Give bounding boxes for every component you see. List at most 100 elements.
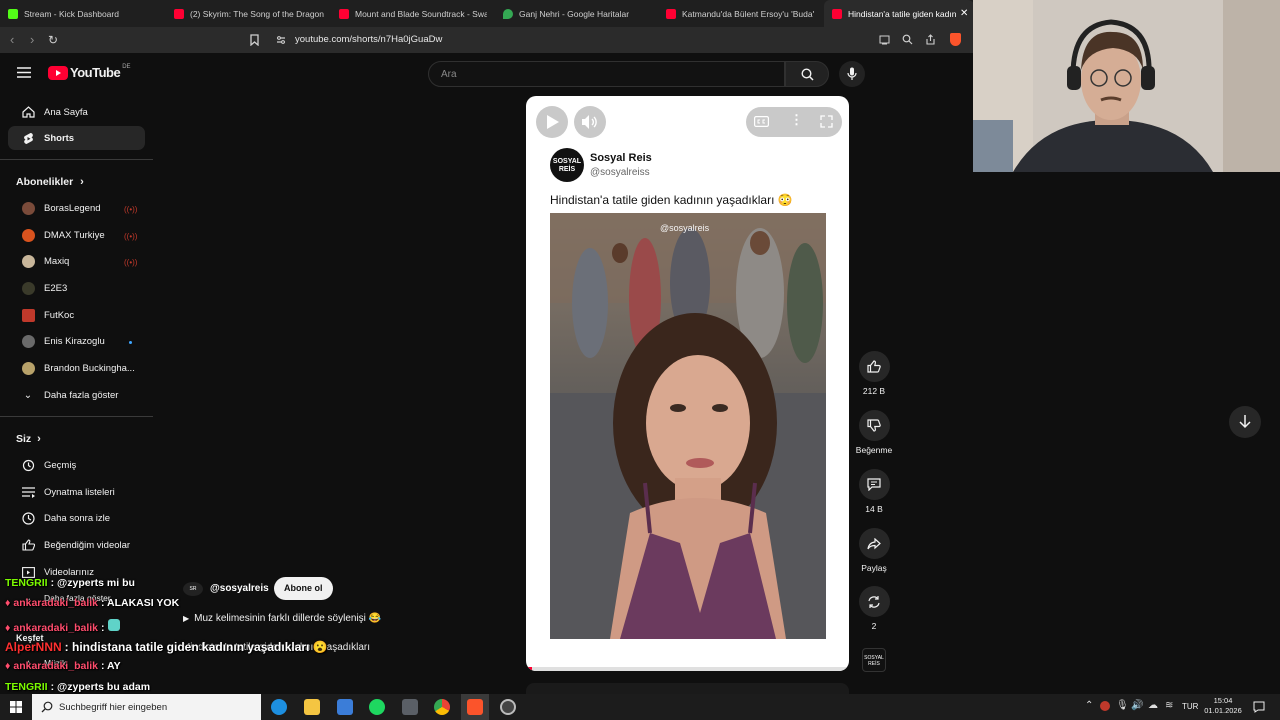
tweet-author-name: Sosyal Reis [590, 152, 652, 164]
search-input[interactable]: Ara [441, 69, 457, 80]
dislike-action[interactable]: Beğenme [854, 410, 894, 455]
sidebar-item-subscription[interactable]: Enis Kirazoglu [8, 329, 145, 353]
show-more-subscriptions[interactable]: ⌄ Daha fazla göster [8, 383, 145, 407]
taskbar-search-input[interactable]: Suchbegriff hier eingeben [59, 702, 167, 713]
edge-icon[interactable] [271, 699, 287, 715]
captions-icon[interactable] [754, 116, 769, 127]
share-page-icon[interactable] [925, 34, 936, 45]
brave-icon[interactable] [467, 699, 483, 715]
youtube-icon [339, 8, 349, 19]
progress-bar[interactable] [526, 667, 849, 671]
file-explorer-icon[interactable] [304, 699, 320, 715]
remix-button[interactable] [858, 586, 890, 617]
tray-app-icon[interactable] [1100, 701, 1110, 711]
next-video-button[interactable] [1229, 406, 1261, 438]
browser-tab[interactable]: Ganj Nehri - Google Haritalar [503, 0, 653, 27]
subscribe-button[interactable]: Abone ol [274, 577, 333, 600]
volume-button[interactable] [574, 106, 606, 138]
shorts-video-player[interactable]: ⋮ SOSYAL REİS Sosyal Reis @sosyalreiss H… [526, 96, 849, 671]
tweet-caption: Hindistan'a tatile giden kadının yaşadık… [550, 193, 793, 207]
language-indicator[interactable]: TUR [1182, 702, 1198, 711]
obs-icon[interactable] [500, 699, 516, 715]
youtube-logo[interactable]: YouTube DE [48, 63, 131, 80]
media-icon[interactable] [879, 35, 890, 45]
windows-start-icon[interactable] [10, 701, 22, 713]
close-tab-icon[interactable]: ✕ [960, 8, 968, 19]
you-heading[interactable]: Siz › [16, 433, 41, 445]
search-button[interactable] [785, 61, 829, 87]
sidebar-item-home[interactable]: Ana Sayfa [8, 100, 145, 124]
chrome-icon[interactable] [434, 699, 450, 715]
site-settings-icon[interactable] [276, 35, 286, 45]
store-icon[interactable] [337, 699, 353, 715]
zoom-icon[interactable] [902, 34, 913, 45]
sidebar-item-playlists[interactable]: Oynatma listeleri [8, 480, 145, 504]
browser-tab[interactable]: (2) Skyrim: The Song of the Dragonb [174, 0, 324, 27]
overlay-channel-avatar[interactable]: SR [183, 582, 203, 596]
overlay-channel-name[interactable]: @sosyalreis [210, 583, 269, 594]
youtube-icon [832, 8, 842, 19]
menu-icon[interactable] [17, 67, 31, 78]
reload-icon[interactable]: ↻ [48, 33, 58, 47]
related-video-link[interactable]: ▶ Muz kelimesinin farklı dillerde söylen… [183, 613, 381, 624]
tab-title: Ganj Nehri - Google Haritalar [519, 8, 630, 19]
subscribe-button-label: Abone ol [284, 583, 323, 593]
sidebar-item-subscription[interactable]: FutKoc [8, 303, 145, 327]
browser-tab[interactable]: Stream - Kick Dashboard [8, 0, 168, 27]
volume-tray-icon[interactable]: 🔊 [1131, 700, 1143, 711]
thumbs-down-icon [867, 419, 881, 432]
network-tray-icon[interactable]: ☁ [1148, 700, 1158, 711]
avatar [21, 308, 35, 322]
sidebar-item-watch-later[interactable]: Daha sonra izle [8, 506, 145, 530]
wifi-tray-icon[interactable]: ≋ [1165, 700, 1173, 711]
like-action[interactable]: 212 B [854, 351, 894, 396]
share-action[interactable]: Paylaş [854, 528, 894, 573]
live-icon: ((•)) [124, 205, 138, 214]
region-label: DE [122, 63, 131, 70]
chevron-up-icon[interactable]: ⌃ [1085, 700, 1093, 711]
sidebar-item-shorts[interactable]: Shorts [8, 126, 145, 150]
forward-icon[interactable]: › [30, 33, 34, 47]
mic-icon [847, 67, 857, 80]
sidebar-item-label: E2E3 [44, 282, 68, 294]
sidebar-item-subscription[interactable]: Brandon Buckingha... [8, 356, 145, 380]
play-button[interactable] [536, 106, 568, 138]
more-options-icon[interactable]: ⋮ [790, 112, 803, 128]
address-bar-url[interactable]: youtube.com/shorts/n7Ha0jGuaDw [295, 34, 442, 45]
chat-text: : AY [101, 660, 121, 672]
like-button[interactable] [858, 351, 890, 382]
sidebar-item-label: Daha fazla göster [44, 389, 119, 401]
comment-count: 14 B [865, 504, 883, 514]
sound-thumbnail[interactable]: SOSYAL REİS [862, 648, 886, 672]
chat-message: ♦ ankaradaki_balik: [5, 619, 120, 634]
dislike-button[interactable] [858, 410, 890, 441]
remix-action[interactable]: 2 [854, 586, 894, 631]
browser-tab[interactable]: Mount and Blade Soundtrack - Swad [339, 0, 487, 27]
subscriptions-heading[interactable]: Abonelikler › [16, 176, 84, 188]
voice-search-button[interactable] [839, 61, 865, 87]
comments-action[interactable]: 14 B [854, 469, 894, 514]
live-icon: ((•)) [124, 258, 138, 267]
calculator-icon[interactable] [402, 699, 418, 715]
bookmark-icon[interactable] [250, 34, 259, 46]
sidebar-item-subscription[interactable]: E2E3 [8, 276, 145, 300]
search-box[interactable]: Ara [428, 61, 785, 87]
notification-icon[interactable] [1253, 701, 1265, 713]
next-video-preview[interactable] [526, 683, 849, 694]
fullscreen-icon[interactable] [820, 115, 833, 128]
sidebar-item-liked-videos[interactable]: Beğendiğim videolar [8, 533, 145, 557]
browser-tab-active[interactable]: Hindistan'a tatile giden kadın ✕ [824, 0, 974, 27]
clock[interactable]: 15:04 01.01.2026 [1200, 696, 1246, 716]
chat-message: TENGRII: @zyperts bu adam [5, 681, 150, 693]
avatar [21, 228, 35, 242]
back-icon[interactable]: ‹ [10, 33, 14, 47]
share-button[interactable] [858, 528, 890, 559]
video-watermark: @sosyalreis [660, 223, 710, 233]
brave-shield-icon[interactable] [950, 33, 961, 46]
browser-tab[interactable]: Katmandu'da Bülent Ersoy'u 'Buda' z [666, 0, 816, 27]
taskbar-search-box[interactable]: Suchbegriff hier eingeben [32, 694, 261, 720]
sidebar-item-history[interactable]: Geçmiş [8, 453, 145, 477]
spotify-icon[interactable] [369, 699, 385, 715]
microphone-tray-icon[interactable]: 🎙 [1116, 700, 1129, 711]
comments-button[interactable] [858, 469, 890, 500]
